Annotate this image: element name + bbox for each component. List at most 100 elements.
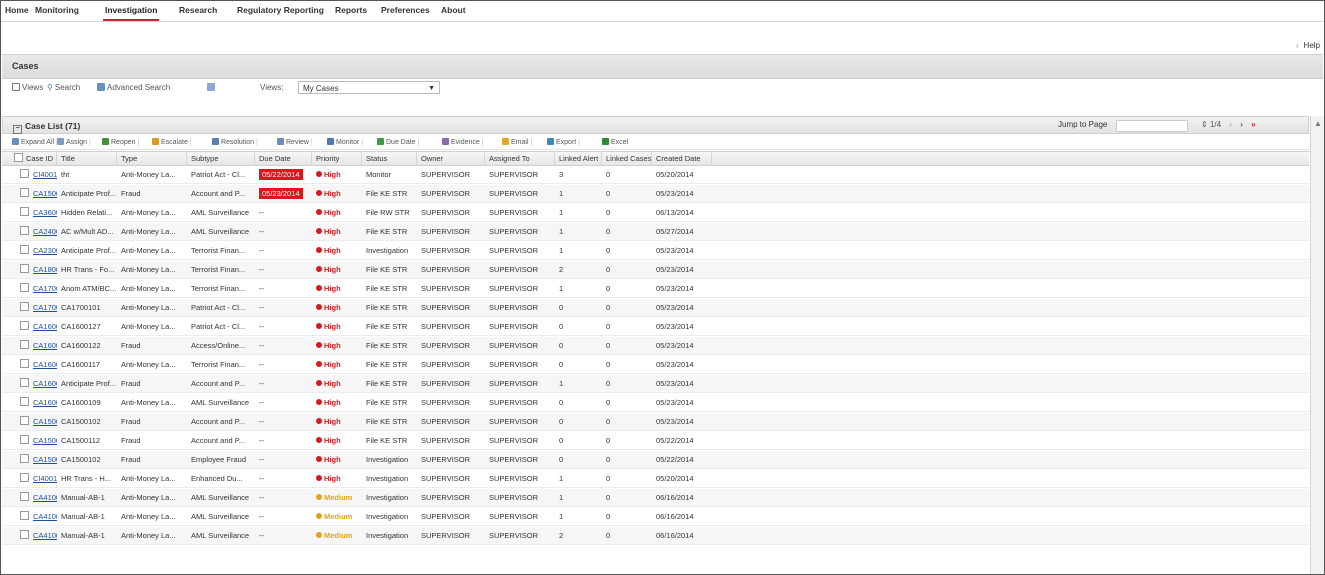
row-checkbox[interactable] — [20, 169, 29, 178]
table-row[interactable]: CA2400101 AC w/Mult AD... Anti-Money La...… — [2, 223, 1309, 241]
cell-id[interactable]: CA1600109 — [2, 394, 57, 411]
tab-regulatory-reporting[interactable]: Regulatory Reporting — [237, 5, 324, 15]
cell-id[interactable]: CI400107 — [2, 470, 57, 487]
case-id-link[interactable]: CI400121 — [33, 170, 57, 179]
table-row[interactable]: CA1600122 CA1600122 Fraud Access/Online... -… — [2, 337, 1309, 355]
export-button[interactable]: Export | — [547, 138, 580, 146]
case-list-title[interactable]: − Case List (71) — [13, 121, 80, 134]
resolution-button[interactable]: Resolution | — [212, 138, 258, 146]
table-row[interactable]: CA1500112 CA1500112 Fraud Account and P... -… — [2, 432, 1309, 450]
cell-id[interactable]: CA3600102 — [2, 204, 57, 221]
cell-id[interactable]: CA1600122 — [2, 337, 57, 354]
advanced-search-button[interactable]: Advanced Search — [97, 83, 170, 92]
cell-id[interactable]: CA4100143 — [2, 489, 57, 506]
row-checkbox[interactable] — [20, 416, 29, 425]
row-checkbox[interactable] — [20, 188, 29, 197]
row-checkbox[interactable] — [20, 226, 29, 235]
table-row[interactable]: CA1600109 CA1600109 Anti-Money La... AML Su… — [2, 394, 1309, 412]
tab-preferences[interactable]: Preferences — [381, 5, 430, 15]
tab-reports[interactable]: Reports — [335, 5, 367, 15]
views-select[interactable]: My Cases ▼ — [298, 81, 440, 94]
column-header-status[interactable]: Status — [362, 152, 417, 165]
table-row[interactable]: CA1500102 CA1500102 Fraud Employee Fraud -- H… — [2, 451, 1309, 469]
tab-research[interactable]: Research — [179, 5, 217, 15]
case-id-link[interactable]: CA1700101 — [33, 303, 57, 312]
case-id-link[interactable]: CA1600109 — [33, 398, 57, 407]
due-date-button[interactable]: Due Date | — [377, 138, 419, 146]
cell-id[interactable]: CA1700101 — [2, 299, 57, 316]
prev-page-icon[interactable]: ‹ — [1229, 120, 1232, 129]
cell-id[interactable]: CA1700107 — [2, 280, 57, 297]
monitor-button[interactable]: Monitor | — [327, 138, 363, 146]
case-id-link[interactable]: CA4100142 — [33, 512, 57, 521]
row-checkbox[interactable] — [20, 397, 29, 406]
row-checkbox[interactable] — [20, 264, 29, 273]
tab-monitoring[interactable]: Monitoring — [35, 5, 79, 15]
cell-id[interactable]: CA1800103 — [2, 261, 57, 278]
last-page-icon[interactable]: » — [1251, 120, 1255, 129]
table-row[interactable]: CI400121 tht Anti-Money La... Patriot Act -… — [2, 166, 1309, 184]
table-row[interactable]: CA1700107 Anom ATM/BC... Anti-Money La... T… — [2, 280, 1309, 298]
case-id-link[interactable]: CA2300101 — [33, 246, 57, 255]
cell-id[interactable]: CA1500112 — [2, 432, 57, 449]
case-id-link[interactable]: CI400107 — [33, 474, 57, 483]
table-row[interactable]: CA1600127 CA1600127 Anti-Money La... Patrio… — [2, 318, 1309, 336]
case-id-link[interactable]: CA1600127 — [33, 322, 57, 331]
table-row[interactable]: CA1500119 Anticipate Prof... Fraud Account … — [2, 185, 1309, 203]
cell-id[interactable]: CA4100142 — [2, 508, 57, 525]
table-row[interactable]: CA1800103 HR Trans - Fo... Anti-Money La..… — [2, 261, 1309, 279]
column-header-owner[interactable]: Owner — [417, 152, 485, 165]
table-row[interactable]: CA4100142 Manual-AB-1 Anti-Money La... AML … — [2, 508, 1309, 526]
row-checkbox[interactable] — [20, 492, 29, 501]
assign-button[interactable]: Assign | — [57, 138, 91, 146]
case-id-link[interactable]: CA1500102 — [33, 455, 57, 464]
help-link[interactable]: › Help — [1296, 41, 1320, 50]
table-row[interactable]: CA4100143 Manual-AB-1 Anti-Money La... AML … — [2, 489, 1309, 507]
column-header-type[interactable]: Type — [117, 152, 187, 165]
cell-id[interactable]: CA1600115 — [2, 375, 57, 392]
cell-id[interactable]: CA1500102 — [2, 451, 57, 468]
row-checkbox[interactable] — [20, 454, 29, 463]
search-button[interactable]: ⚲ Search — [47, 83, 80, 92]
case-id-link[interactable]: CA1600117 — [33, 360, 57, 369]
row-checkbox[interactable] — [20, 207, 29, 216]
case-id-link[interactable]: CA3600102 — [33, 208, 57, 217]
cell-id[interactable]: CA2400101 — [2, 223, 57, 240]
table-row[interactable]: CA1600115 Anticipate Prof... Fraud Account … — [2, 375, 1309, 393]
row-checkbox[interactable] — [20, 321, 29, 330]
cell-id[interactable]: CI400121 — [2, 166, 57, 183]
table-row[interactable]: CI400107 HR Trans - H... Anti-Money La... E… — [2, 470, 1309, 488]
table-row[interactable]: CA1500102 CA1500102 Fraud Account and P... -… — [2, 413, 1309, 431]
column-header-created-date[interactable]: Created Date — [652, 152, 712, 165]
row-checkbox[interactable] — [20, 473, 29, 482]
row-checkbox[interactable] — [20, 245, 29, 254]
row-checkbox[interactable] — [20, 530, 29, 539]
row-checkbox[interactable] — [20, 511, 29, 520]
tab-about[interactable]: About — [441, 5, 466, 15]
case-id-link[interactable]: CA2400101 — [33, 227, 57, 236]
expand-all-button[interactable]: Expand All | — [12, 138, 58, 146]
evidence-button[interactable]: Evidence | — [442, 138, 484, 146]
column-header-linked-alert[interactable]: Linked Alert — [555, 152, 602, 165]
case-id-link[interactable]: CA1600115 — [33, 379, 57, 388]
table-row[interactable]: CA1700101 CA1700101 Anti-Money La... Patrio… — [2, 299, 1309, 317]
row-checkbox[interactable] — [20, 340, 29, 349]
tab-investigation[interactable]: Investigation — [102, 5, 160, 21]
cell-id[interactable]: CA1600117 — [2, 356, 57, 373]
cell-id[interactable]: CA1500119 — [2, 185, 57, 202]
cell-id[interactable]: CA2300101 — [2, 242, 57, 259]
email-button[interactable]: Email | — [502, 138, 532, 146]
column-header-due-date[interactable]: Due Date — [255, 152, 312, 165]
review-button[interactable]: Review | — [277, 138, 313, 146]
escalate-button[interactable]: Escalate | — [152, 138, 192, 146]
case-id-link[interactable]: CA1500119 — [33, 189, 57, 198]
jump-to-page-input[interactable] — [1116, 120, 1188, 132]
vertical-scrollbar[interactable]: ▲ — [1310, 116, 1324, 574]
page-select-icon[interactable]: ⇕ — [1201, 120, 1208, 129]
row-checkbox[interactable] — [20, 378, 29, 387]
case-id-link[interactable]: CA1800103 — [33, 265, 57, 274]
column-header-title[interactable]: Title — [57, 152, 117, 165]
column-header-priority[interactable]: Priority — [312, 152, 362, 165]
row-checkbox[interactable] — [20, 283, 29, 292]
cell-id[interactable]: CA1600127 — [2, 318, 57, 335]
